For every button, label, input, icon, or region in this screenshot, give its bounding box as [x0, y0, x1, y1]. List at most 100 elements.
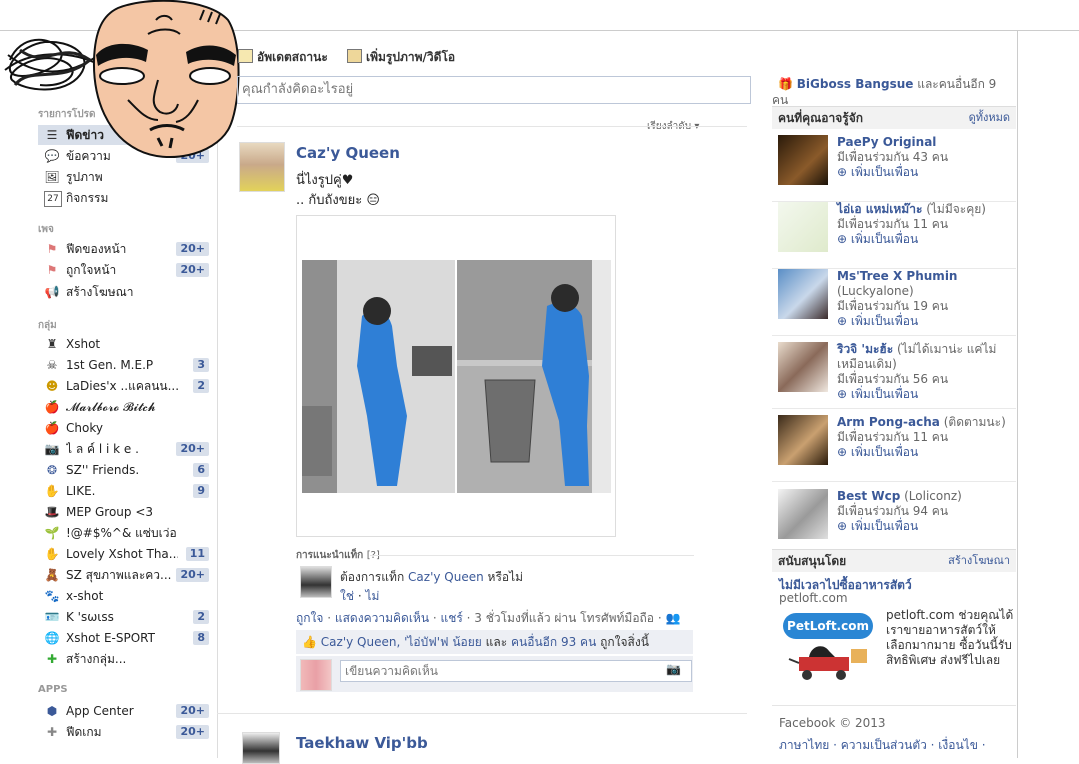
add-friend-icon: ⊕ — [837, 165, 848, 179]
count-badge: 20+ — [176, 568, 209, 582]
tag-yes-link[interactable]: ใช่ — [340, 589, 354, 603]
group-label: Lovely Xshot Tha... — [66, 547, 178, 561]
sidebar-item-group[interactable]: 🌱 !@#$%^& แซ่บเว่อ ' — [44, 523, 209, 543]
group-label: สร้างกลุ่ม... — [66, 652, 127, 666]
add-friend-icon: ⊕ — [837, 314, 848, 328]
pymk-name[interactable]: Ms'Tree X Phumin — [837, 269, 957, 283]
status-icon — [238, 49, 253, 63]
sidebar-item-pages-feed[interactable]: ⚑ ฟีดของหน้า 20+ — [44, 239, 209, 259]
sidebar-item-create-ad[interactable]: 📢 สร้างโฆษณา — [44, 282, 209, 302]
pymk-avatar[interactable] — [778, 489, 828, 539]
add-friend-button[interactable]: ⊕ เพิ่มเป็นเพื่อน — [837, 445, 918, 459]
post-author-name[interactable]: Caz'y Queen — [296, 144, 400, 162]
pymk-mutual[interactable]: มีเพื่อนร่วมกัน 56 คน — [837, 372, 948, 386]
sidebar-item-app-center[interactable]: ⬢ App Center 20+ — [44, 701, 209, 721]
sidebar-item-group[interactable]: ♜ Xshot — [44, 334, 209, 354]
post-author-avatar[interactable] — [239, 142, 285, 192]
hand-icon: ✋ — [44, 547, 60, 561]
pymk-name[interactable]: PaePy Original — [837, 135, 936, 149]
sidebar-item-group[interactable]: 🎩 MEP Group <3 — [44, 502, 209, 522]
like-link[interactable]: ถูกใจ — [296, 611, 323, 625]
post-timestamp[interactable]: 3 ชั่วโมงที่แล้ว ผ่าน โทรศัพท์มือถือ — [474, 611, 654, 625]
tag-no-link[interactable]: ไม่ — [365, 589, 379, 603]
apple-icon: 🍎 — [44, 400, 60, 414]
add-friend-button[interactable]: ⊕ เพิ่มเป็นเพื่อน — [837, 232, 918, 246]
sidebar-item-group[interactable]: ✋ Lovely Xshot Tha... 11 — [44, 544, 209, 564]
pymk-mutual[interactable]: มีเพื่อนร่วมกัน 94 คน — [837, 504, 948, 518]
post-text-line2: .. กับถังขยะ 😑 — [296, 193, 380, 208]
see-all-link[interactable]: ดูทั้งหมด — [969, 107, 1010, 129]
add-friend-button[interactable]: ⊕ เพิ่มเป็นเพื่อน — [837, 165, 918, 179]
sidebar-item-group[interactable]: ❂ SZ'' Friends. 6 — [44, 460, 209, 480]
ad-image[interactable]: PetLoft.com — [779, 611, 879, 683]
tab-add-photo-video[interactable]: เพิ่มรูปภาพ/วิดีโอ — [347, 48, 455, 67]
section-favorites-label: รายการโปรด — [38, 109, 96, 120]
camera-icon[interactable]: 📷 — [666, 662, 681, 676]
count-badge: 20+ — [176, 442, 209, 456]
sidebar-item-group[interactable]: 🌐 Xshot E-SPORT 8 — [44, 628, 209, 648]
comment-input[interactable]: เขียนความคิดเห็น — [340, 660, 692, 682]
comment-link[interactable]: แสดงความคิดเห็น — [335, 611, 429, 625]
sidebar-item-group[interactable]: ☻ LaDies'x ..แคลนน... 2 — [44, 376, 209, 396]
count-badge: 2 — [193, 379, 209, 393]
pymk-avatar[interactable] — [778, 415, 828, 465]
tag-name-link[interactable]: Caz'y Queen — [408, 570, 484, 584]
likes-summary: 👍 Caz'y Queen, 'ไอ่บัฟ'ฟ น้อยย และ คนอื่… — [296, 630, 693, 654]
count-badge: 11 — [185, 547, 209, 561]
share-link[interactable]: แชร์ — [441, 611, 463, 625]
add-friend-button[interactable]: ⊕ เพิ่มเป็นเพื่อน — [837, 387, 918, 401]
apple-icon: 🍎 — [44, 421, 60, 435]
status-input[interactable]: คุณกำลังคิดอะไรอยู่ — [237, 76, 751, 104]
create-ad-link[interactable]: สร้างโฆษณา — [948, 550, 1010, 572]
count-badge: 6 — [193, 463, 209, 477]
pymk-mutual[interactable]: มีเพื่อนร่วมกัน 11 คน — [837, 217, 948, 231]
pymk-avatar[interactable] — [778, 269, 828, 319]
add-friend-icon: ⊕ — [837, 387, 848, 401]
messages-icon: 💬 — [44, 149, 60, 163]
sidebar-item-games-feed[interactable]: ✚ ฟีดเกม 20+ — [44, 722, 209, 742]
post2-author-avatar[interactable] — [242, 732, 280, 764]
sidebar-item-group[interactable]: ✚ สร้างกลุ่ม... — [44, 649, 209, 669]
pymk-name[interactable]: Best Wcp — [837, 489, 900, 503]
pymk-mutual[interactable]: มีเพื่อนร่วมกัน 19 คน — [837, 299, 948, 313]
sidebar-item-group[interactable]: 🍎 Choky — [44, 418, 209, 438]
sidebar-item-group[interactable]: 📷 ไ ล ค์ l i k e . 20+ — [44, 439, 209, 459]
pymk-name[interactable]: ไอ่เอ แหม่เหม๊าะ — [837, 202, 922, 216]
pymk-extra: (ติดตามนะ) — [943, 415, 1006, 429]
pymk-card: Arm Pong-acha (ติดตามนะ) มีเพื่อนร่วมกัน … — [772, 409, 1016, 482]
pymk-avatar[interactable] — [778, 342, 828, 392]
sidebar-item-group[interactable]: ✋ LIKE. 9 — [44, 481, 209, 501]
birthday-name-link[interactable]: BiGboss Bangsue — [797, 77, 914, 91]
sidebar-item-liked-pages[interactable]: ⚑ ถูกใจหน้า 20+ — [44, 260, 209, 280]
footer-links[interactable]: ภาษาไทย · ความเป็นส่วนตัว · เงื่อนไข · — [779, 736, 1023, 755]
post2-author-name[interactable]: Taekhaw Vip'bb — [296, 734, 428, 752]
pymk-name[interactable]: Arm Pong-acha — [837, 415, 940, 429]
hand-icon: ✋ — [44, 484, 60, 498]
pymk-mutual[interactable]: มีเพื่อนร่วมกัน 43 คน — [837, 150, 948, 164]
sidebar-item-group[interactable]: 🪪 K 'sωιss 2 — [44, 607, 209, 627]
wagon-dog-illustration — [788, 646, 867, 680]
sidebar-item-group[interactable]: ☠ 1st Gen. M.E.P 3 — [44, 355, 209, 375]
emoji-icon: ☻ — [45, 379, 59, 393]
other-likers-link[interactable]: คนอื่นอีก 93 คน — [511, 635, 596, 649]
add-friend-button[interactable]: ⊕ เพิ่มเป็นเพื่อน — [837, 314, 918, 328]
post-photo[interactable] — [296, 215, 616, 537]
likers-link[interactable]: Caz'y Queen, 'ไอ่บัฟ'ฟ น้อยย — [321, 635, 482, 649]
tab-update-status[interactable]: อัพเดตสถานะ — [238, 48, 328, 67]
group-label: Choky — [66, 421, 103, 435]
count-badge: 20+ — [176, 725, 209, 739]
pymk-avatar[interactable] — [778, 202, 828, 252]
pymk-mutual[interactable]: มีเพื่อนร่วมกัน 11 คน — [837, 430, 948, 444]
sidebar-item-group[interactable]: 🐾 x-shot — [44, 586, 209, 606]
count-badge: 9 — [193, 484, 209, 498]
pymk-name[interactable]: ริวจิ 'มะฮ้ะ — [837, 342, 893, 356]
audience-icon[interactable]: 👥 — [665, 611, 680, 625]
sidebar-item-group[interactable]: 🍎 𝓜𝓪𝓻𝓵𝓫𝓸𝓻𝓸 𝓑𝓲𝓽𝓬𝓱 — [44, 397, 209, 417]
group-label: ไ ล ค์ l i k e . — [66, 442, 139, 456]
pymk-avatar[interactable] — [778, 135, 828, 185]
sidebar-item-photos[interactable]: 🖼 รูปภาพ — [44, 167, 209, 187]
sidebar-item-events[interactable]: 27 กิจกรรม — [44, 188, 209, 208]
add-friend-button[interactable]: ⊕ เพิ่มเป็นเพื่อน — [837, 519, 918, 533]
sidebar-item-group[interactable]: 🧸 SZ สุขภาพและคว... 20+ — [44, 565, 209, 585]
post-divider — [217, 713, 747, 714]
